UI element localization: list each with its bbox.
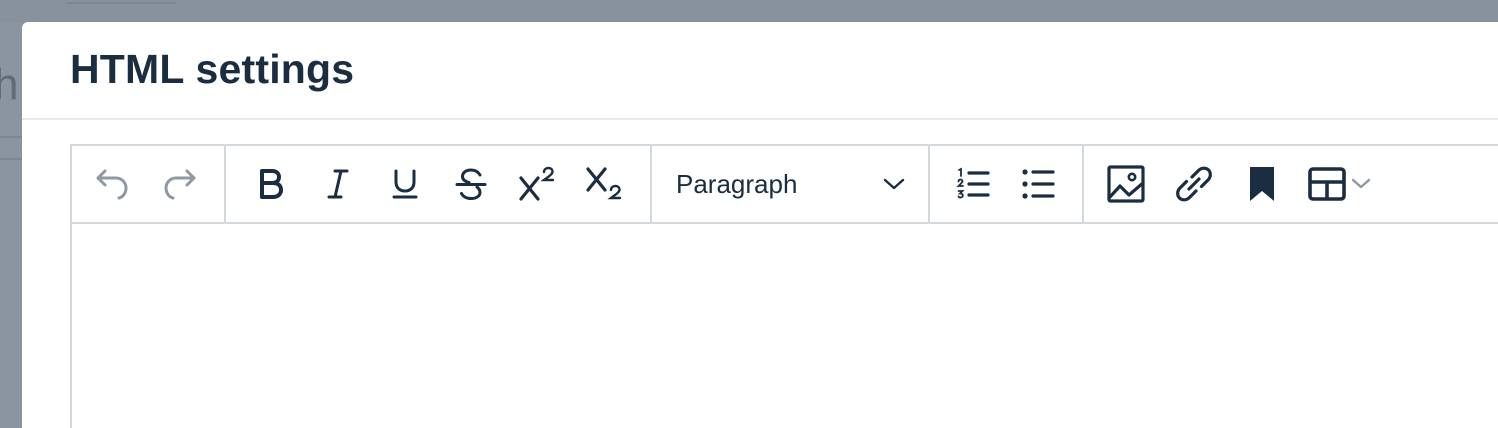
insert-table-button[interactable] — [1308, 167, 1374, 201]
ordered-list-button[interactable] — [952, 162, 993, 206]
backdrop-divider — [0, 158, 22, 160]
bold-icon — [260, 169, 284, 199]
link-icon — [1176, 166, 1212, 202]
history-group — [72, 146, 226, 222]
superscript-button[interactable] — [517, 162, 560, 206]
bullet-list-button[interactable] — [1017, 162, 1058, 206]
subscript-button[interactable] — [583, 162, 626, 206]
underline-icon — [392, 169, 418, 199]
modal-header: HTML settings — [22, 22, 1498, 120]
insert-image-button[interactable] — [1104, 162, 1148, 206]
italic-icon — [327, 169, 349, 199]
editor-content-area[interactable] — [72, 224, 1498, 428]
modal-title: HTML settings — [70, 46, 355, 92]
image-icon — [1107, 165, 1145, 203]
redo-icon — [164, 169, 196, 200]
redo-button[interactable] — [158, 162, 200, 206]
strikethrough-button[interactable] — [450, 162, 493, 206]
ordered-list-icon — [955, 167, 990, 199]
italic-button[interactable] — [317, 162, 360, 206]
chevron-down-icon — [883, 178, 905, 190]
bullet-list-icon — [1021, 169, 1055, 199]
undo-icon — [96, 169, 128, 200]
insert-group — [1084, 146, 1374, 222]
insert-anchor-button[interactable] — [1240, 162, 1284, 206]
subscript-icon — [586, 167, 621, 200]
superscript-icon — [519, 166, 555, 201]
bookmark-icon — [1250, 167, 1274, 201]
insert-link-button[interactable] — [1172, 162, 1216, 206]
chevron-down-icon — [1351, 178, 1371, 189]
backdrop-fragment — [66, 0, 176, 4]
editor-toolbar: Paragraph — [72, 146, 1498, 224]
backdrop-divider — [0, 136, 22, 138]
list-group — [930, 146, 1084, 222]
block-type-group: Paragraph — [652, 146, 930, 222]
text-format-group — [226, 146, 652, 222]
strikethrough-icon — [455, 168, 487, 201]
block-type-dropdown[interactable]: Paragraph — [652, 146, 928, 222]
table-icon — [1308, 167, 1346, 201]
rich-text-editor: Paragraph — [70, 144, 1498, 428]
undo-button[interactable] — [92, 162, 134, 206]
html-settings-modal: HTML settings Paragraph — [22, 22, 1498, 428]
bold-button[interactable] — [250, 162, 293, 206]
underline-button[interactable] — [383, 162, 426, 206]
backdrop-partial-text: h — [0, 60, 19, 109]
block-type-value: Paragraph — [676, 168, 798, 199]
